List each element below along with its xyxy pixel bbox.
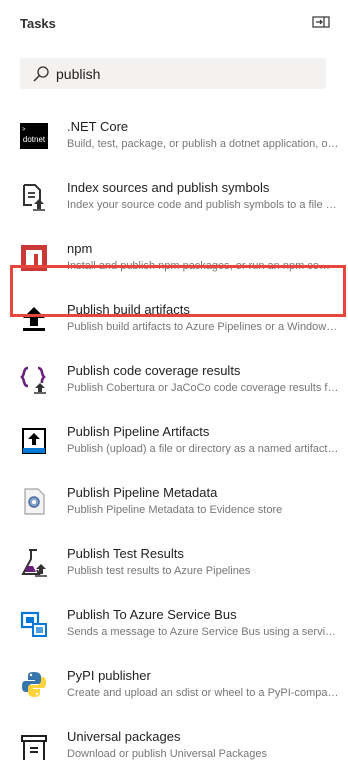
task-item-index-sources[interactable]: Index sources and publish symbols Index … — [0, 171, 348, 229]
task-description: Download or publish Universal Packages — [67, 748, 267, 760]
task-description: Publish test results to Azure Pipelines — [67, 565, 251, 577]
search-input[interactable] — [56, 63, 316, 84]
task-description: Publish build artifacts to Azure Pipelin… — [67, 321, 339, 333]
task-item-pypi-publisher[interactable]: PyPI publisher Create and upload an sdis… — [0, 659, 348, 717]
svg-text:dotnet: dotnet — [23, 135, 46, 144]
panel-title: Tasks — [20, 16, 56, 31]
universal-packages-icon — [21, 735, 47, 760]
task-description: Publish (upload) a file or directory as … — [67, 443, 339, 455]
task-name: Publish Test Results — [67, 546, 184, 561]
task-item-npm[interactable]: npm Install and publish npm packages, or… — [0, 232, 348, 290]
index-symbols-icon — [23, 184, 45, 211]
task-item-pipeline-artifacts[interactable]: Publish Pipeline Artifacts Publish (uplo… — [0, 415, 348, 473]
pipeline-metadata-icon — [24, 488, 45, 515]
search-box[interactable] — [20, 58, 326, 89]
task-name: .NET Core — [67, 119, 129, 134]
task-item-pipeline-metadata[interactable]: Publish Pipeline Metadata Publish Pipeli… — [0, 476, 348, 534]
task-name: npm — [67, 241, 93, 256]
task-item-publish-build-artifacts[interactable]: Publish build artifacts Publish build ar… — [0, 293, 348, 351]
search-icon — [33, 66, 49, 82]
code-coverage-icon — [20, 366, 46, 394]
task-name: Index sources and publish symbols — [67, 180, 270, 195]
task-description: Publish Pipeline Metadata to Evidence st… — [67, 504, 283, 516]
tasks-header: Tasks — [0, 0, 348, 50]
task-description: Install and publish npm packages, or run… — [67, 260, 339, 272]
task-name: Universal packages — [67, 729, 181, 744]
test-results-icon — [21, 549, 47, 577]
task-description: Sends a message to Azure Service Bus usi… — [67, 626, 339, 638]
task-name: Publish To Azure Service Bus — [67, 607, 237, 622]
service-bus-icon — [20, 611, 47, 637]
task-description: Index your source code and publish symbo… — [67, 199, 339, 211]
collapse-panel-icon[interactable] — [312, 15, 330, 29]
task-description: Build, test, package, or publish a dotne… — [67, 138, 339, 150]
task-description: Create and upload an sdist or wheel to a… — [67, 687, 339, 699]
python-icon — [22, 672, 46, 697]
task-item-universal-packages[interactable]: Universal packages Download or publish U… — [0, 720, 348, 778]
task-item-code-coverage[interactable]: Publish code coverage results Publish Co… — [0, 354, 348, 412]
task-description: Publish Cobertura or JaCoCo code coverag… — [67, 382, 339, 394]
task-name: Publish build artifacts — [67, 302, 190, 317]
pipeline-artifacts-icon — [22, 428, 46, 454]
task-name: Publish Pipeline Artifacts — [67, 424, 210, 439]
npm-icon — [21, 245, 47, 271]
task-item-dotnet-core[interactable]: > dotnet .NET Core Build, test, package,… — [0, 110, 348, 168]
task-name: Publish Pipeline Metadata — [67, 485, 218, 500]
svg-text:>: > — [22, 127, 26, 133]
task-item-test-results[interactable]: Publish Test Results Publish test result… — [0, 537, 348, 595]
task-name: PyPI publisher — [67, 668, 151, 683]
dotnet-icon: > dotnet — [20, 123, 48, 149]
task-item-azure-service-bus[interactable]: Publish To Azure Service Bus Sends a mes… — [0, 598, 348, 656]
upload-arrow-icon — [23, 307, 45, 331]
task-name: Publish code coverage results — [67, 363, 241, 378]
